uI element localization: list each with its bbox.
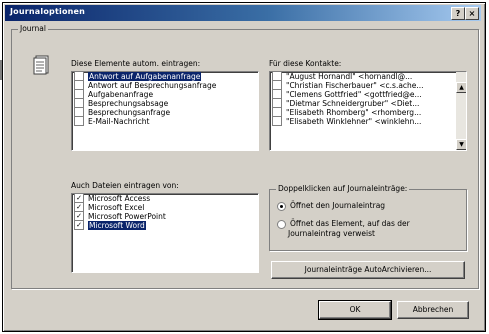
radio-open-entry-label: Öffnet den Journaleintrag <box>290 201 386 210</box>
checkbox-checked[interactable]: ✓ <box>74 220 84 230</box>
journal-group-label: Journal <box>18 24 48 33</box>
dialog-title: Journaloptionen <box>10 7 86 16</box>
radio-button-selected[interactable] <box>277 201 286 211</box>
radio-open-item-label: Öffnet das Element, auf das der <box>290 219 410 228</box>
list-item-label: "Christian Fischerbauer" <c.s.ache... <box>286 81 424 90</box>
list-item-label: "Elisabeth Rhomberg" <rhomberg... <box>286 108 422 117</box>
elements-label: Diese Elemente autom. eintragen: <box>71 59 201 68</box>
checkbox[interactable] <box>74 116 84 126</box>
list-item[interactable]: "Clemens Gottfried" <gottfried@e... <box>270 89 466 99</box>
list-item-label: Antwort auf Aufgabenanfrage <box>88 72 202 81</box>
contacts-list[interactable]: "August Hornandl" <hornandl@... "Christi… <box>269 71 467 151</box>
list-item-label: Besprechungsanfrage <box>88 108 171 117</box>
list-item-label: "Clemens Gottfried" <gottfried@e... <box>286 90 422 99</box>
scroll-up-icon[interactable]: ▲ <box>456 82 466 93</box>
list-item[interactable]: Aufgabenanfrage <box>72 89 258 99</box>
list-item-label: Besprechungsabsage <box>88 99 169 108</box>
list-item[interactable]: "August Hornandl" <hornandl@... <box>270 72 466 81</box>
files-label: Auch Dateien eintragen von: <box>71 181 179 190</box>
help-button[interactable]: ? <box>451 7 465 20</box>
scroll-down-icon[interactable]: ▼ <box>456 139 466 150</box>
radio-button[interactable] <box>277 219 286 229</box>
list-item-label: Microsoft Word <box>88 221 146 230</box>
list-item-label: Aufgabenanfrage <box>88 90 154 99</box>
checkbox[interactable] <box>272 116 282 126</box>
list-item[interactable]: Besprechungsanfrage <box>72 107 258 117</box>
contacts-label: Für diese Kontakte: <box>269 59 342 68</box>
list-item-label: E-Mail-Nachricht <box>88 117 150 126</box>
list-item-label: Microsoft PowerPoint <box>88 212 166 221</box>
list-item[interactable]: "Elisabeth Rhomberg" <rhomberg... <box>270 107 466 117</box>
doubleclick-group-label: Doppelklicken auf Journaleinträge: <box>276 184 410 193</box>
radio-open-item-label-line2: Journaleintrag verweist <box>288 229 375 238</box>
list-item[interactable]: Antwort auf Aufgabenanfrage <box>72 72 258 81</box>
radio-open-item[interactable]: Öffnet das Element, auf das der <box>277 219 410 229</box>
contacts-scrollbar[interactable]: ▲ ▼ <box>456 72 466 150</box>
list-item-label: "Dietmar Schneidergruber" <Diet... <box>286 99 420 108</box>
list-item[interactable]: E-Mail-Nachricht <box>72 116 258 126</box>
journal-book-icon <box>33 55 49 75</box>
list-item[interactable]: ✓ Microsoft Word <box>72 220 258 230</box>
radio-open-entry[interactable]: Öffnet den Journaleintrag <box>277 201 385 211</box>
list-item[interactable]: ✓ Microsoft PowerPoint <box>72 211 258 221</box>
files-list[interactable]: ✓ Microsoft Access ✓ Microsoft Excel ✓ Micr… <box>71 193 259 273</box>
title-bar: Journaloptionen ? × <box>5 5 481 21</box>
list-item-label: Antwort auf Besprechungsanfrage <box>88 81 217 90</box>
list-item[interactable]: ✓ Microsoft Excel <box>72 202 258 212</box>
autoarchive-button[interactable]: Journaleinträge AutoArchivieren... <box>271 261 465 279</box>
list-item-label: "Elisabeth Winklehner" <winklehn... <box>286 117 422 126</box>
list-item[interactable]: "Christian Fischerbauer" <c.s.ache... <box>270 80 466 90</box>
list-item[interactable]: "Dietmar Schneidergruber" <Diet... <box>270 98 466 108</box>
list-item[interactable]: Antwort auf Besprechungsanfrage <box>72 80 258 90</box>
journal-options-dialog: Journaloptionen ? × Journal Diese Elemen… <box>2 2 486 332</box>
list-item-label: Microsoft Excel <box>88 203 145 212</box>
list-item[interactable]: Besprechungsabsage <box>72 98 258 108</box>
cancel-button[interactable]: Abbrechen <box>397 301 469 319</box>
list-item-label: "August Hornandl" <hornandl@... <box>286 72 413 81</box>
list-item[interactable]: ✓ Microsoft Access <box>72 194 258 203</box>
ok-button[interactable]: OK <box>318 300 392 320</box>
close-button[interactable]: × <box>465 7 479 20</box>
list-item[interactable]: "Elisabeth Winklehner" <winklehn... <box>270 116 466 126</box>
elements-list[interactable]: Antwort auf Aufgabenanfrage Antwort auf … <box>71 71 259 151</box>
list-item-label: Microsoft Access <box>88 194 151 203</box>
